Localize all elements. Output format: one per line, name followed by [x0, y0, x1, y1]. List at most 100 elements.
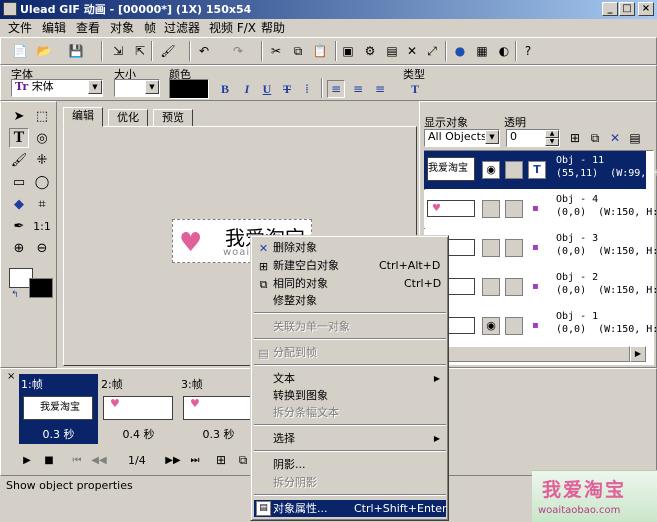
eraser-icon[interactable]: ▭	[9, 172, 29, 192]
export-icon[interactable]: ⇱	[131, 42, 149, 60]
undo-icon[interactable]: ↶	[195, 42, 213, 60]
close-button[interactable]: ×	[638, 2, 654, 16]
zoom-out-icon[interactable]: ⊖	[32, 238, 52, 258]
scroll-right-icon[interactable]: ▶	[630, 346, 646, 362]
strikethrough-button[interactable]: T	[278, 80, 296, 98]
chevron-down-icon[interactable]: ▼	[485, 130, 499, 144]
menu-view[interactable]: 查看	[76, 21, 100, 36]
visibility-toggle[interactable]	[482, 239, 500, 257]
menu-video-fx[interactable]: 视频 F/X	[209, 21, 256, 36]
object-row[interactable]: ♥ ▪ Obj - 4 (0,0) (W:150, H:54	[424, 190, 657, 228]
menu-distribute-to-frames[interactable]: ▤ 分配到帧	[254, 344, 446, 361]
first-frame-icon[interactable]: ⏮	[68, 451, 86, 469]
brush-icon[interactable]: 🖌	[9, 150, 29, 170]
menu-split-banner-text[interactable]: 拆分条幅文本	[254, 404, 446, 421]
menu-trim-object[interactable]: 修整对象	[254, 292, 446, 309]
cut-icon[interactable]: ✂	[267, 42, 285, 60]
menu-convert-to-image[interactable]: 转换到图象	[254, 387, 446, 404]
marquee-icon[interactable]: ⬚	[32, 106, 52, 126]
transform-icon[interactable]: ◎	[32, 128, 52, 148]
lock-toggle[interactable]	[505, 200, 523, 218]
copy-icon[interactable]: ⧉	[289, 42, 307, 60]
prev-frame-icon[interactable]: ◀◀	[90, 451, 108, 469]
menu-edit[interactable]: 编辑	[42, 21, 66, 36]
align-right-icon[interactable]: ≡	[371, 80, 389, 98]
italic-button[interactable]: I	[238, 80, 256, 98]
object-row[interactable]: ▪ Obj - 3 (0,0) (W:150, H:54	[424, 229, 657, 267]
antialias-icon[interactable]: ⁞	[298, 80, 316, 98]
show-objects-combo[interactable]: All Objects ▼	[424, 129, 500, 147]
save-icon[interactable]: 💾	[67, 42, 85, 60]
text-tool-icon[interactable]: T	[9, 128, 29, 148]
underline-button[interactable]: U	[258, 80, 276, 98]
palette-icon[interactable]: ◐	[495, 42, 513, 60]
swap-colors-icon[interactable]: ↰	[11, 290, 19, 300]
tab-preview[interactable]: 预览	[153, 109, 193, 127]
scroll-thumb[interactable]	[440, 346, 630, 362]
menu-shadow[interactable]: 阴影...	[254, 456, 446, 473]
crop-icon[interactable]: ✕	[403, 42, 421, 60]
eye-icon[interactable]: ◉	[482, 317, 500, 335]
tab-optimize[interactable]: 优化	[108, 109, 148, 127]
object-list-scrollbar[interactable]: ◀ ▶	[424, 346, 646, 362]
color-swatch[interactable]	[169, 79, 209, 99]
bold-button[interactable]: B	[216, 80, 234, 98]
optimize-icon[interactable]: ▦	[473, 42, 491, 60]
actual-size-icon[interactable]: 1:1	[32, 216, 52, 236]
duplicate-object-icon[interactable]: ⧉	[586, 129, 604, 147]
frame-delay[interactable]: 0.4 秒	[99, 426, 178, 442]
object-row[interactable]: 我爱淘宝 ◉ T Obj - 11 (55,11) (W:99, H:	[424, 151, 657, 189]
frame-delay[interactable]: 0.3 秒	[19, 426, 98, 442]
crop-tool-icon[interactable]: ⌗	[32, 194, 52, 214]
redo-icon[interactable]: ↷	[229, 42, 247, 60]
lock-toggle[interactable]	[505, 278, 523, 296]
pointer-icon[interactable]: ➤	[9, 106, 29, 126]
magic-wand-icon[interactable]: ⁜	[32, 150, 52, 170]
visibility-toggle[interactable]	[482, 200, 500, 218]
menu-duplicate-object[interactable]: ⧉ 相同的对象 Ctrl+D	[254, 275, 446, 292]
menu-new-blank-object[interactable]: ⊞ 新建空白对象 Ctrl+Alt+D	[254, 257, 446, 274]
eyedropper-icon[interactable]: ✒	[9, 216, 29, 236]
title-bar[interactable]: Ulead GIF 动画 - [00000*] (1X) 150x54 _ □ …	[0, 0, 657, 19]
spin-up-icon[interactable]: ▲	[545, 130, 559, 138]
wizard-icon[interactable]: 🖌	[159, 42, 177, 60]
chevron-down-icon[interactable]: ▼	[88, 80, 102, 94]
object-row[interactable]: ◉ ▪ Obj - 1 (0,0) (W:150, H:54	[424, 307, 657, 343]
menu-help[interactable]: 帮助	[261, 21, 285, 36]
new-file-icon[interactable]: 📄	[11, 42, 29, 60]
import-icon[interactable]: ⇲	[109, 42, 127, 60]
paste-icon[interactable]: 📋	[311, 42, 329, 60]
menu-frame[interactable]: 帧	[144, 21, 156, 36]
opacity-spinner[interactable]: 0 ▲ ▼	[506, 129, 560, 147]
tab-edit[interactable]: 编辑	[63, 107, 103, 127]
lock-toggle[interactable]	[505, 161, 523, 179]
fill-icon[interactable]: ◆	[9, 194, 29, 214]
frame-item[interactable]: 3:帧 ♥ 0.3 秒	[179, 374, 258, 444]
next-frame-icon[interactable]: ▶▶	[164, 451, 182, 469]
menu-merge-single-object[interactable]: 关联为单一对象	[254, 318, 446, 335]
menu-split-shadow[interactable]: 拆分阴影	[254, 474, 446, 491]
help-pointer-icon[interactable]: ?	[519, 42, 537, 60]
size-combo[interactable]: ▼	[114, 79, 160, 97]
delete-object-icon[interactable]: ✕	[606, 129, 624, 147]
frame-item[interactable]: 2:帧 ♥ 0.4 秒	[99, 374, 178, 444]
frame-item[interactable]: 1:帧 我爱淘宝 0.3 秒	[19, 374, 98, 444]
open-folder-icon[interactable]: 📂	[35, 42, 53, 60]
font-combo[interactable]: Tr 宋体 ▼	[11, 79, 103, 97]
eye-icon[interactable]: ◉	[482, 161, 500, 179]
object-properties-icon[interactable]: ▤	[626, 129, 644, 147]
new-object-icon[interactable]: ⊞	[566, 129, 584, 147]
close-panel-icon[interactable]: ×	[7, 371, 15, 382]
object-row[interactable]: ▪ Obj - 2 (0,0) (W:150, H:54	[424, 268, 657, 306]
menu-file[interactable]: 文件	[8, 21, 32, 36]
chevron-down-icon[interactable]: ▼	[145, 80, 159, 94]
lasso-icon[interactable]: ◯	[32, 172, 52, 192]
align-center-icon[interactable]: ≡	[349, 80, 367, 98]
text-type-icon[interactable]: T	[406, 80, 424, 98]
lock-toggle[interactable]	[505, 239, 523, 257]
menu-delete-object[interactable]: ✕ 删除对象	[254, 239, 446, 256]
minimize-button[interactable]: _	[602, 2, 618, 16]
foreground-color-swatch[interactable]	[29, 278, 53, 298]
align-left-icon[interactable]: ≡	[327, 80, 345, 98]
maximize-button[interactable]: □	[619, 2, 635, 16]
